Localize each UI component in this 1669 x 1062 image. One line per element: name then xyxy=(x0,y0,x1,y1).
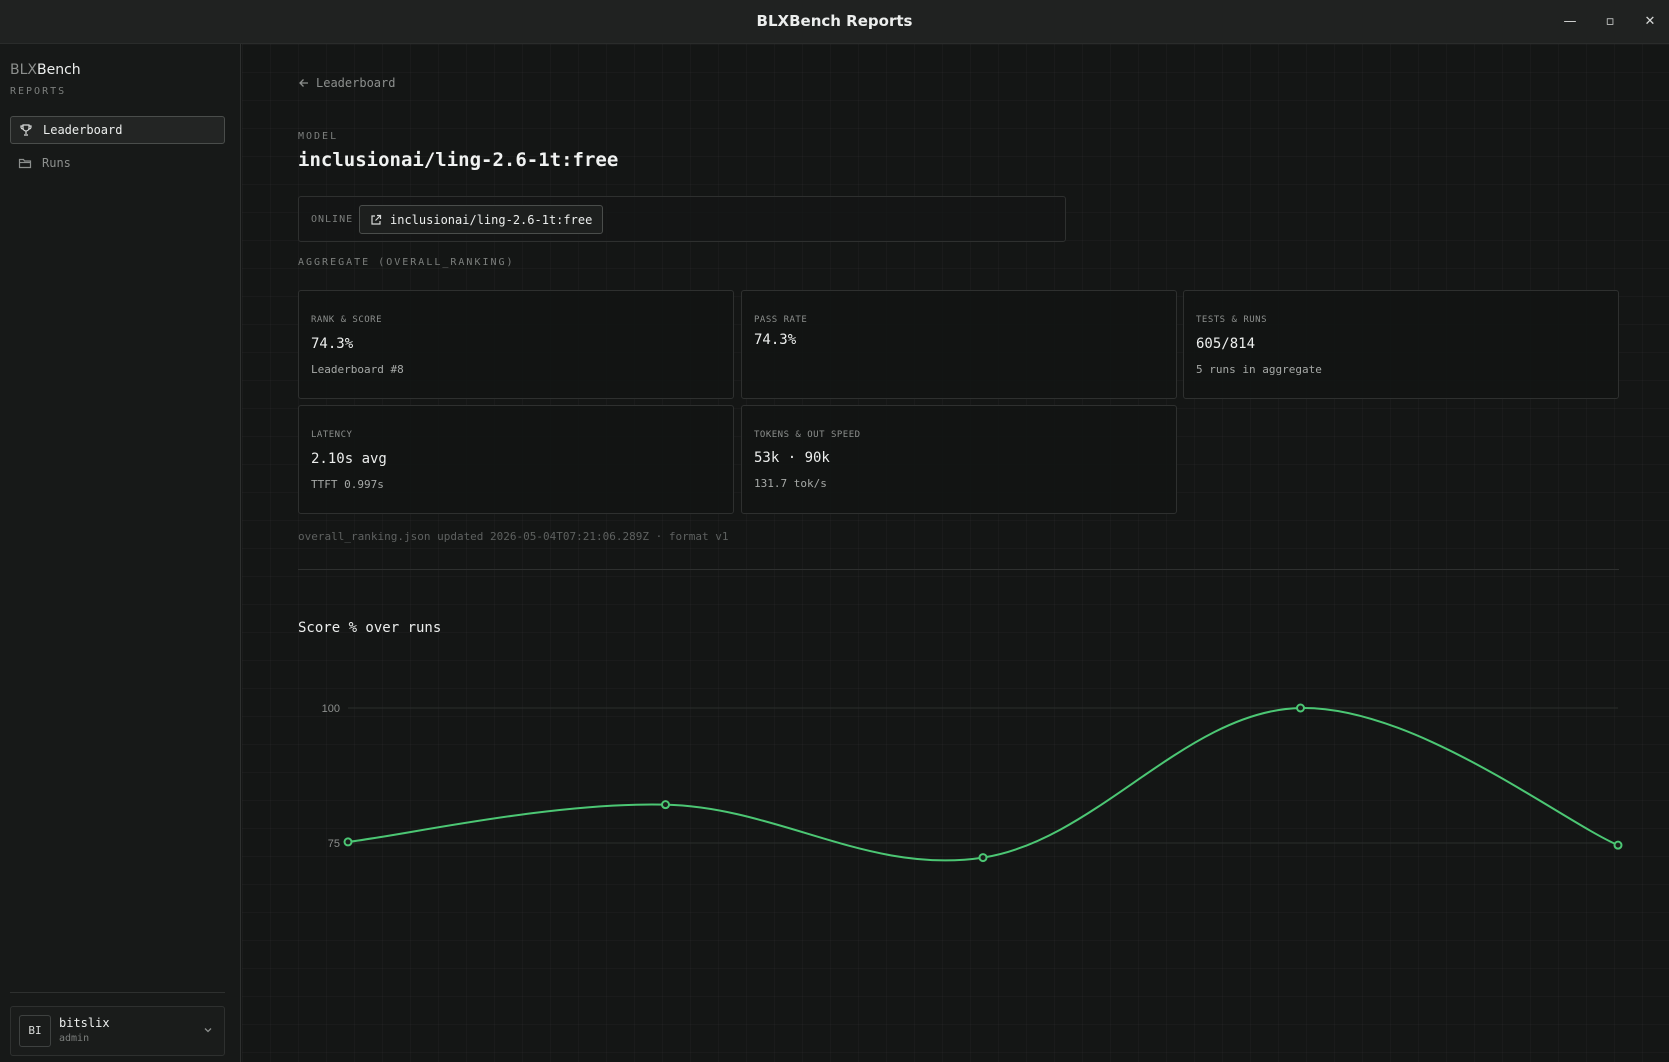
card-title: RANK & SCORE xyxy=(311,315,383,325)
data-point[interactable] xyxy=(661,800,670,810)
sidebar-divider xyxy=(10,992,225,993)
tokens-speed-card: TOKENS & OUT SPEED 53k · 90k 131.7 tok/s xyxy=(741,405,1177,514)
sidebar-item-label: Leaderboard xyxy=(43,123,123,137)
title-bar: BLXBench Reports — ▫ ✕ xyxy=(0,0,1669,44)
data-point[interactable] xyxy=(978,853,988,863)
online-label: ONLINE xyxy=(311,214,354,225)
card-subtext: TTFT 0.997s xyxy=(311,478,384,491)
section-divider xyxy=(298,569,1619,570)
aggregate-label: AGGREGATE (OVERALL_RANKING) xyxy=(298,257,515,268)
arrow-left-icon xyxy=(299,79,308,87)
data-point[interactable] xyxy=(1296,703,1305,713)
back-link[interactable]: Leaderboard xyxy=(298,76,395,90)
external-link-icon xyxy=(371,214,382,225)
sidebar-item-label: Runs xyxy=(42,156,71,170)
data-point[interactable] xyxy=(1613,840,1623,850)
card-title: TESTS & RUNS xyxy=(1196,315,1268,325)
tests-runs-card: TESTS & RUNS 605/814 5 runs in aggregate xyxy=(1183,290,1619,399)
card-subtext: 5 runs in aggregate xyxy=(1196,363,1322,376)
trophy-icon xyxy=(20,124,32,136)
brand-suffix: Bench xyxy=(37,62,81,78)
sidebar-item-runs[interactable]: Runs xyxy=(10,149,225,177)
close-button[interactable]: ✕ xyxy=(1640,12,1660,32)
chevron-down-icon xyxy=(204,1028,212,1033)
user-menu[interactable]: BI bitslix admin xyxy=(10,1006,225,1056)
y-tick-label: 100 xyxy=(322,703,340,715)
card-value: 74.3% xyxy=(311,336,354,352)
card-value: 74.3% xyxy=(754,332,797,348)
card-subtext: Leaderboard #8 xyxy=(311,363,404,376)
data-source-meta: overall_ranking.json updated 2026-05-04T… xyxy=(298,530,729,543)
rank-score-card: RANK & SCORE 74.3% Leaderboard #8 xyxy=(298,290,734,399)
user-name: bitslix xyxy=(59,1016,110,1030)
card-title: TOKENS & OUT SPEED xyxy=(754,430,861,440)
minimize-button[interactable]: — xyxy=(1560,12,1580,32)
model-label: MODEL xyxy=(298,131,339,142)
page-title: inclusionai/ling-2.6-1t:free xyxy=(298,149,619,171)
user-role: admin xyxy=(59,1033,90,1044)
external-link-label: inclusionai/ling-2.6-1t:free xyxy=(390,212,593,227)
brand-logo: BLXBench xyxy=(10,62,81,78)
main-content: Leaderboard MODEL inclusionai/ling-2.6-1… xyxy=(242,44,1669,1062)
score-chart: 1007550 xyxy=(322,703,1623,863)
back-link-label: Leaderboard xyxy=(316,76,396,90)
latency-card: LATENCY 2.10s avg TTFT 0.997s xyxy=(298,405,734,514)
card-value: 2.10s avg xyxy=(311,451,387,467)
avatar: BI xyxy=(19,1015,51,1047)
card-value: 605/814 xyxy=(1196,336,1256,352)
data-point[interactable] xyxy=(343,837,353,847)
window-title: BLXBench Reports xyxy=(756,12,913,30)
card-title: PASS RATE xyxy=(754,315,808,325)
maximize-button[interactable]: ▫ xyxy=(1600,12,1620,32)
model-external-link[interactable]: inclusionai/ling-2.6-1t:free xyxy=(359,205,604,234)
pass-rate-card: PASS RATE 74.3% xyxy=(741,290,1177,399)
y-tick-label: 75 xyxy=(328,838,340,850)
chart-title: Score % over runs xyxy=(298,620,442,636)
card-subtext: 131.7 tok/s xyxy=(754,477,827,490)
sidebar: BLXBench REPORTS Leaderboard Runs BI bit… xyxy=(0,44,241,1062)
folder-icon xyxy=(18,158,32,169)
brand-subtitle: REPORTS xyxy=(10,86,67,97)
sidebar-item-leaderboard[interactable]: Leaderboard xyxy=(10,116,225,144)
series-line xyxy=(347,706,1619,862)
card-title: LATENCY xyxy=(311,430,353,440)
card-value: 53k · 90k xyxy=(754,450,830,466)
online-panel: ONLINE inclusionai/ling-2.6-1t:free xyxy=(298,196,1066,242)
brand-prefix: BLX xyxy=(10,62,37,78)
